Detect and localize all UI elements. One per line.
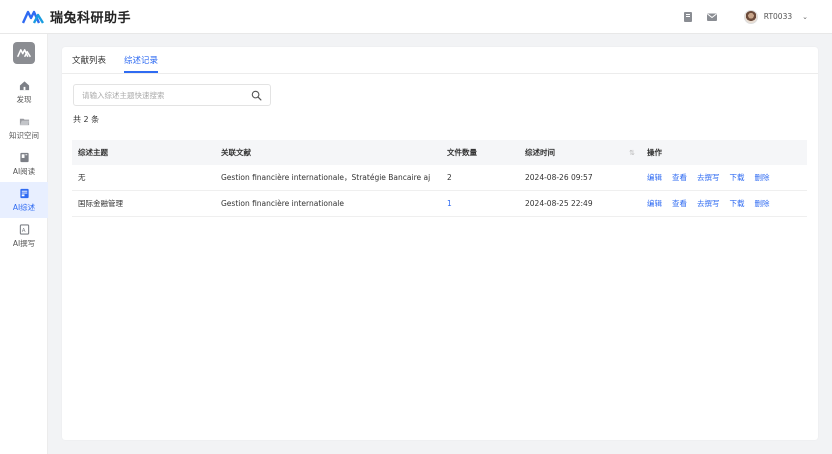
cell-topic: 国际金融管理 xyxy=(78,199,123,208)
sidebar-item-ai-writing[interactable]: A AI撰写 xyxy=(0,218,48,254)
column-header: 操作 xyxy=(647,148,662,157)
book-icon[interactable] xyxy=(682,11,694,23)
cell-count: 1 xyxy=(447,199,452,208)
sidebar-item-knowledge[interactable]: 知识空间 xyxy=(0,110,48,146)
writing-icon: A xyxy=(19,223,29,235)
cell-count: 2 xyxy=(447,173,452,182)
sidebar-item-label: 知识空间 xyxy=(9,130,39,140)
sidebar-item-discover[interactable]: 发现 xyxy=(0,74,48,110)
sidebar: 发现 知识空间 AI阅读 AI综述 A AI撰写 xyxy=(0,34,48,454)
cell-time: 2024-08-25 22:49 xyxy=(525,199,593,208)
cell-topic: 无 xyxy=(78,173,86,182)
folder-icon xyxy=(19,118,29,125)
logo-icon xyxy=(22,10,44,24)
view-link[interactable]: 查看 xyxy=(672,172,687,183)
review-table: 综述主题 关联文献 文件数量 综述时间 ⇅ 操作 无 Gestion finan… xyxy=(72,140,807,217)
column-header-label: 综述时间 xyxy=(525,148,555,157)
user-menu[interactable]: RT0033 ⌄ xyxy=(743,9,808,24)
column-header: 文件数量 xyxy=(447,148,477,157)
cell-refs: Gestion financière internationale xyxy=(221,199,345,208)
sort-icon[interactable]: ⇅ xyxy=(629,149,635,157)
column-header-time[interactable]: 综述时间 ⇅ xyxy=(519,147,641,158)
cell-time: 2024-08-26 09:57 xyxy=(525,173,593,182)
write-link[interactable]: 去撰写 xyxy=(697,172,720,183)
delete-link[interactable]: 删除 xyxy=(755,198,770,209)
main-panel: 文献列表 综述记录 共 2 条 综述主题 关联文献 文件数量 综述时间 ⇅ 操作… xyxy=(62,47,818,440)
edit-link[interactable]: 编辑 xyxy=(647,172,662,183)
download-link[interactable]: 下载 xyxy=(730,172,745,183)
write-link[interactable]: 去撰写 xyxy=(697,198,720,209)
search-box xyxy=(73,84,271,106)
reading-icon xyxy=(19,152,29,162)
delete-link[interactable]: 删除 xyxy=(755,172,770,183)
logo-icon xyxy=(16,49,31,58)
app-title: 瑞兔科研助手 xyxy=(50,11,132,26)
tab-bar: 文献列表 综述记录 xyxy=(62,47,818,74)
sidebar-item-ai-reading[interactable]: AI阅读 xyxy=(0,146,48,182)
cell-actions: 编辑 查看 去撰写 下载 删除 xyxy=(641,198,807,209)
table-row: 国际金融管理 Gestion financière internationale… xyxy=(72,191,807,217)
sidebar-item-label: 发现 xyxy=(16,94,32,104)
cell-refs: Gestion financière internationale，Straté… xyxy=(221,173,431,182)
top-bar: 瑞兔科研助手 RT0033 ⌄ xyxy=(0,0,832,34)
svg-text:A: A xyxy=(21,227,25,233)
avatar xyxy=(743,9,758,24)
home-icon xyxy=(19,80,29,90)
download-link[interactable]: 下载 xyxy=(730,198,745,209)
column-header: 关联文献 xyxy=(221,148,251,157)
chevron-down-icon: ⌄ xyxy=(802,12,808,21)
sidebar-item-label: AI阅读 xyxy=(12,166,36,176)
sidebar-item-label: AI综述 xyxy=(12,202,36,212)
cell-actions: 编辑 查看 去撰写 下载 删除 xyxy=(641,172,807,183)
edit-link[interactable]: 编辑 xyxy=(647,198,662,209)
mail-icon[interactable] xyxy=(706,11,718,23)
username: RT0033 xyxy=(763,12,793,21)
table-header: 综述主题 关联文献 文件数量 综述时间 ⇅ 操作 xyxy=(72,140,807,165)
total-count: 共 2 条 xyxy=(73,115,100,124)
sidebar-logo[interactable] xyxy=(12,42,35,64)
sidebar-item-ai-review[interactable]: AI综述 xyxy=(0,182,48,218)
view-link[interactable]: 查看 xyxy=(672,198,687,209)
tab-literature-list[interactable]: 文献列表 xyxy=(72,54,106,73)
search-icon[interactable] xyxy=(251,90,262,101)
table-row: 无 Gestion financière internationale，Stra… xyxy=(72,165,807,191)
review-icon xyxy=(19,188,29,198)
search-input[interactable] xyxy=(82,90,251,100)
sidebar-item-label: AI撰写 xyxy=(12,238,36,248)
column-header: 综述主题 xyxy=(78,148,108,157)
tab-review-records[interactable]: 综述记录 xyxy=(124,54,159,73)
app-logo[interactable]: 瑞兔科研助手 xyxy=(22,7,131,26)
